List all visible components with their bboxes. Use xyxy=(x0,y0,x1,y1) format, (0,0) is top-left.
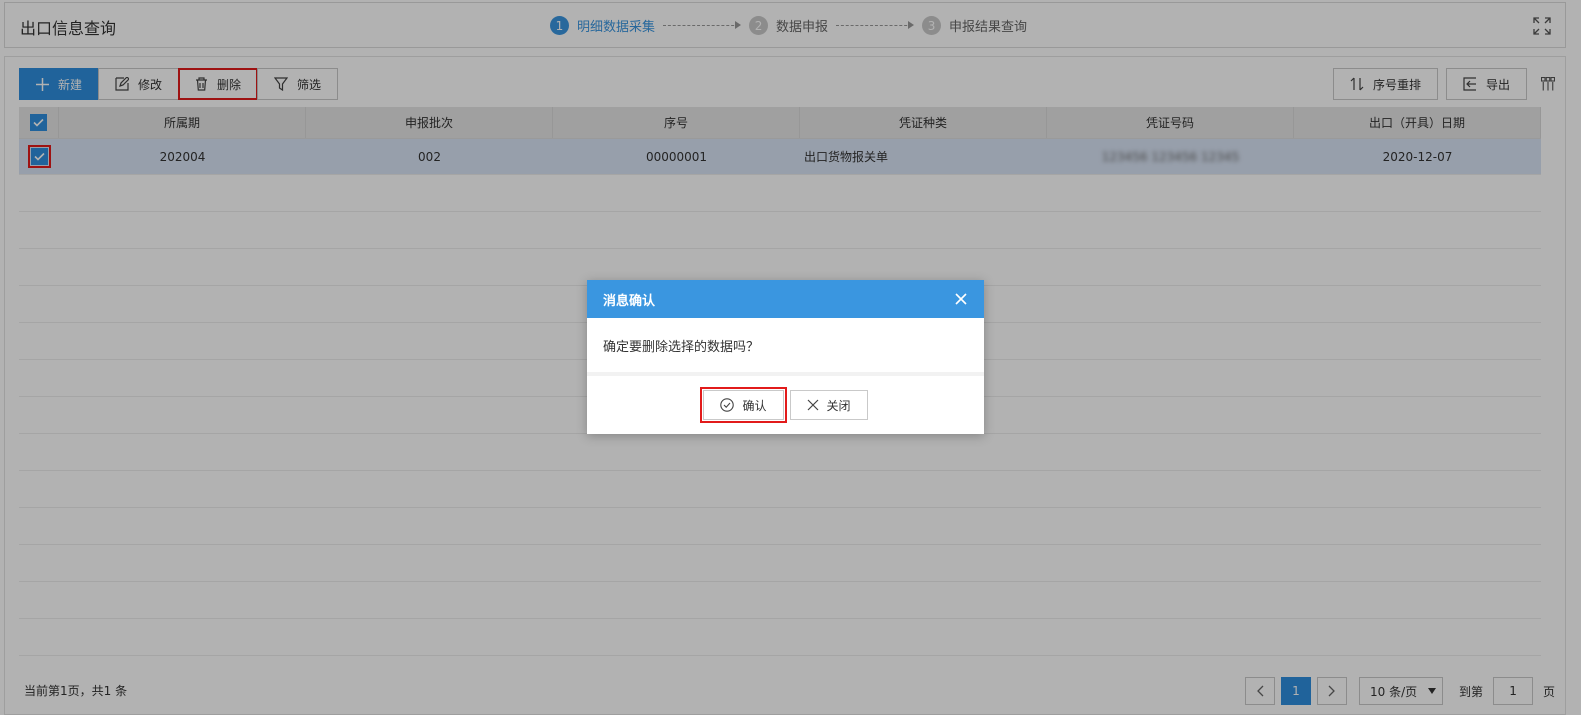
dialog-header: 消息确认 xyxy=(587,280,984,318)
cancel-button-label: 关闭 xyxy=(826,398,851,413)
confirm-dialog: 消息确认 确定要删除选择的数据吗？ 确认 关闭 xyxy=(587,280,984,434)
confirm-button-label: 确认 xyxy=(742,398,767,413)
dialog-message: 确定要删除选择的数据吗？ xyxy=(587,318,984,376)
close-icon[interactable] xyxy=(954,292,968,306)
dialog-title: 消息确认 xyxy=(603,293,656,309)
cancel-button[interactable]: 关闭 xyxy=(789,390,868,420)
confirm-button[interactable]: 确认 xyxy=(700,387,787,423)
dialog-footer: 确认 关闭 xyxy=(587,376,984,434)
close-icon xyxy=(807,399,818,411)
check-circle-icon xyxy=(720,398,735,412)
